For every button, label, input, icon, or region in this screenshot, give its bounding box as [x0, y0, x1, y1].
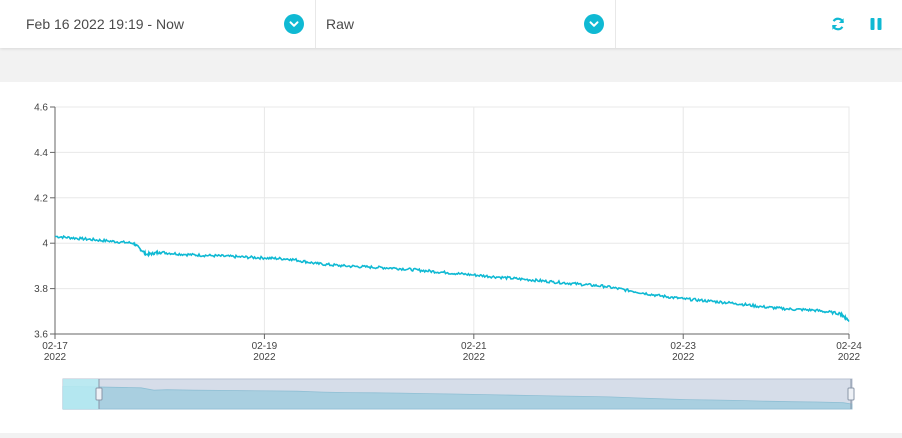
x-tick-label: 02-17 — [42, 341, 68, 352]
y-tick-label: 3.8 — [34, 284, 48, 295]
navigator-handle — [95, 387, 103, 401]
plot-border — [54, 106, 850, 335]
chart-panel: 3.6 3.8 4 4.2 4.4 4.6 02-17 2022 02-19 2022 02-21… — [0, 82, 902, 433]
grid-lines — [54, 106, 850, 335]
line-chart[interactable]: 3.63.844.24.44.6 02-17202202-19202202-21… — [0, 82, 902, 433]
x-tick-year-label: 2022 — [672, 352, 695, 363]
x-tick-year-label: 2022 — [838, 352, 861, 363]
pause-icon — [870, 18, 882, 30]
x-tick-label: 02-23 — [670, 341, 696, 352]
toolbar: Feb 16 2022 19:19 - Now Raw — [0, 0, 902, 48]
pause-button[interactable] — [868, 16, 884, 32]
range-navigator[interactable] — [62, 378, 855, 410]
x-tick-year-label: 2022 — [44, 352, 67, 363]
x-tick-label: 02-19 — [252, 341, 278, 352]
y-tick-label: 4.4 — [34, 148, 48, 159]
navigator-unselected-area — [63, 379, 99, 409]
chevron-down-icon[interactable] — [584, 14, 604, 34]
refresh-icon — [831, 17, 845, 31]
refresh-button[interactable] — [830, 16, 846, 32]
navigator-handle — [847, 387, 855, 401]
y-tick-label: 3.6 — [34, 330, 48, 341]
time-range-value: Feb 16 2022 19:19 - Now — [26, 16, 184, 32]
x-tick-year-label: 2022 — [463, 352, 486, 363]
time-range-dropdown[interactable]: Feb 16 2022 19:19 - Now — [0, 0, 316, 48]
mode-value: Raw — [326, 16, 355, 32]
series-line — [54, 234, 850, 323]
mode-dropdown[interactable]: Raw — [316, 0, 616, 48]
x-tick-label: 02-24 — [836, 341, 862, 352]
x-tick-label: 02-21 — [461, 341, 487, 352]
y-tick-label: 4.6 — [34, 103, 48, 114]
y-tick-label: 4 — [42, 239, 48, 250]
chevron-down-icon[interactable] — [284, 14, 304, 34]
x-tick-year-label: 2022 — [253, 352, 276, 363]
y-axis: 3.6 3.8 4 4.2 4.4 4.6 — [34, 103, 56, 341]
y-tick-label: 4.2 — [34, 193, 48, 204]
x-axis: 02-17202202-19202202-21202202-23202202-2… — [42, 333, 862, 363]
